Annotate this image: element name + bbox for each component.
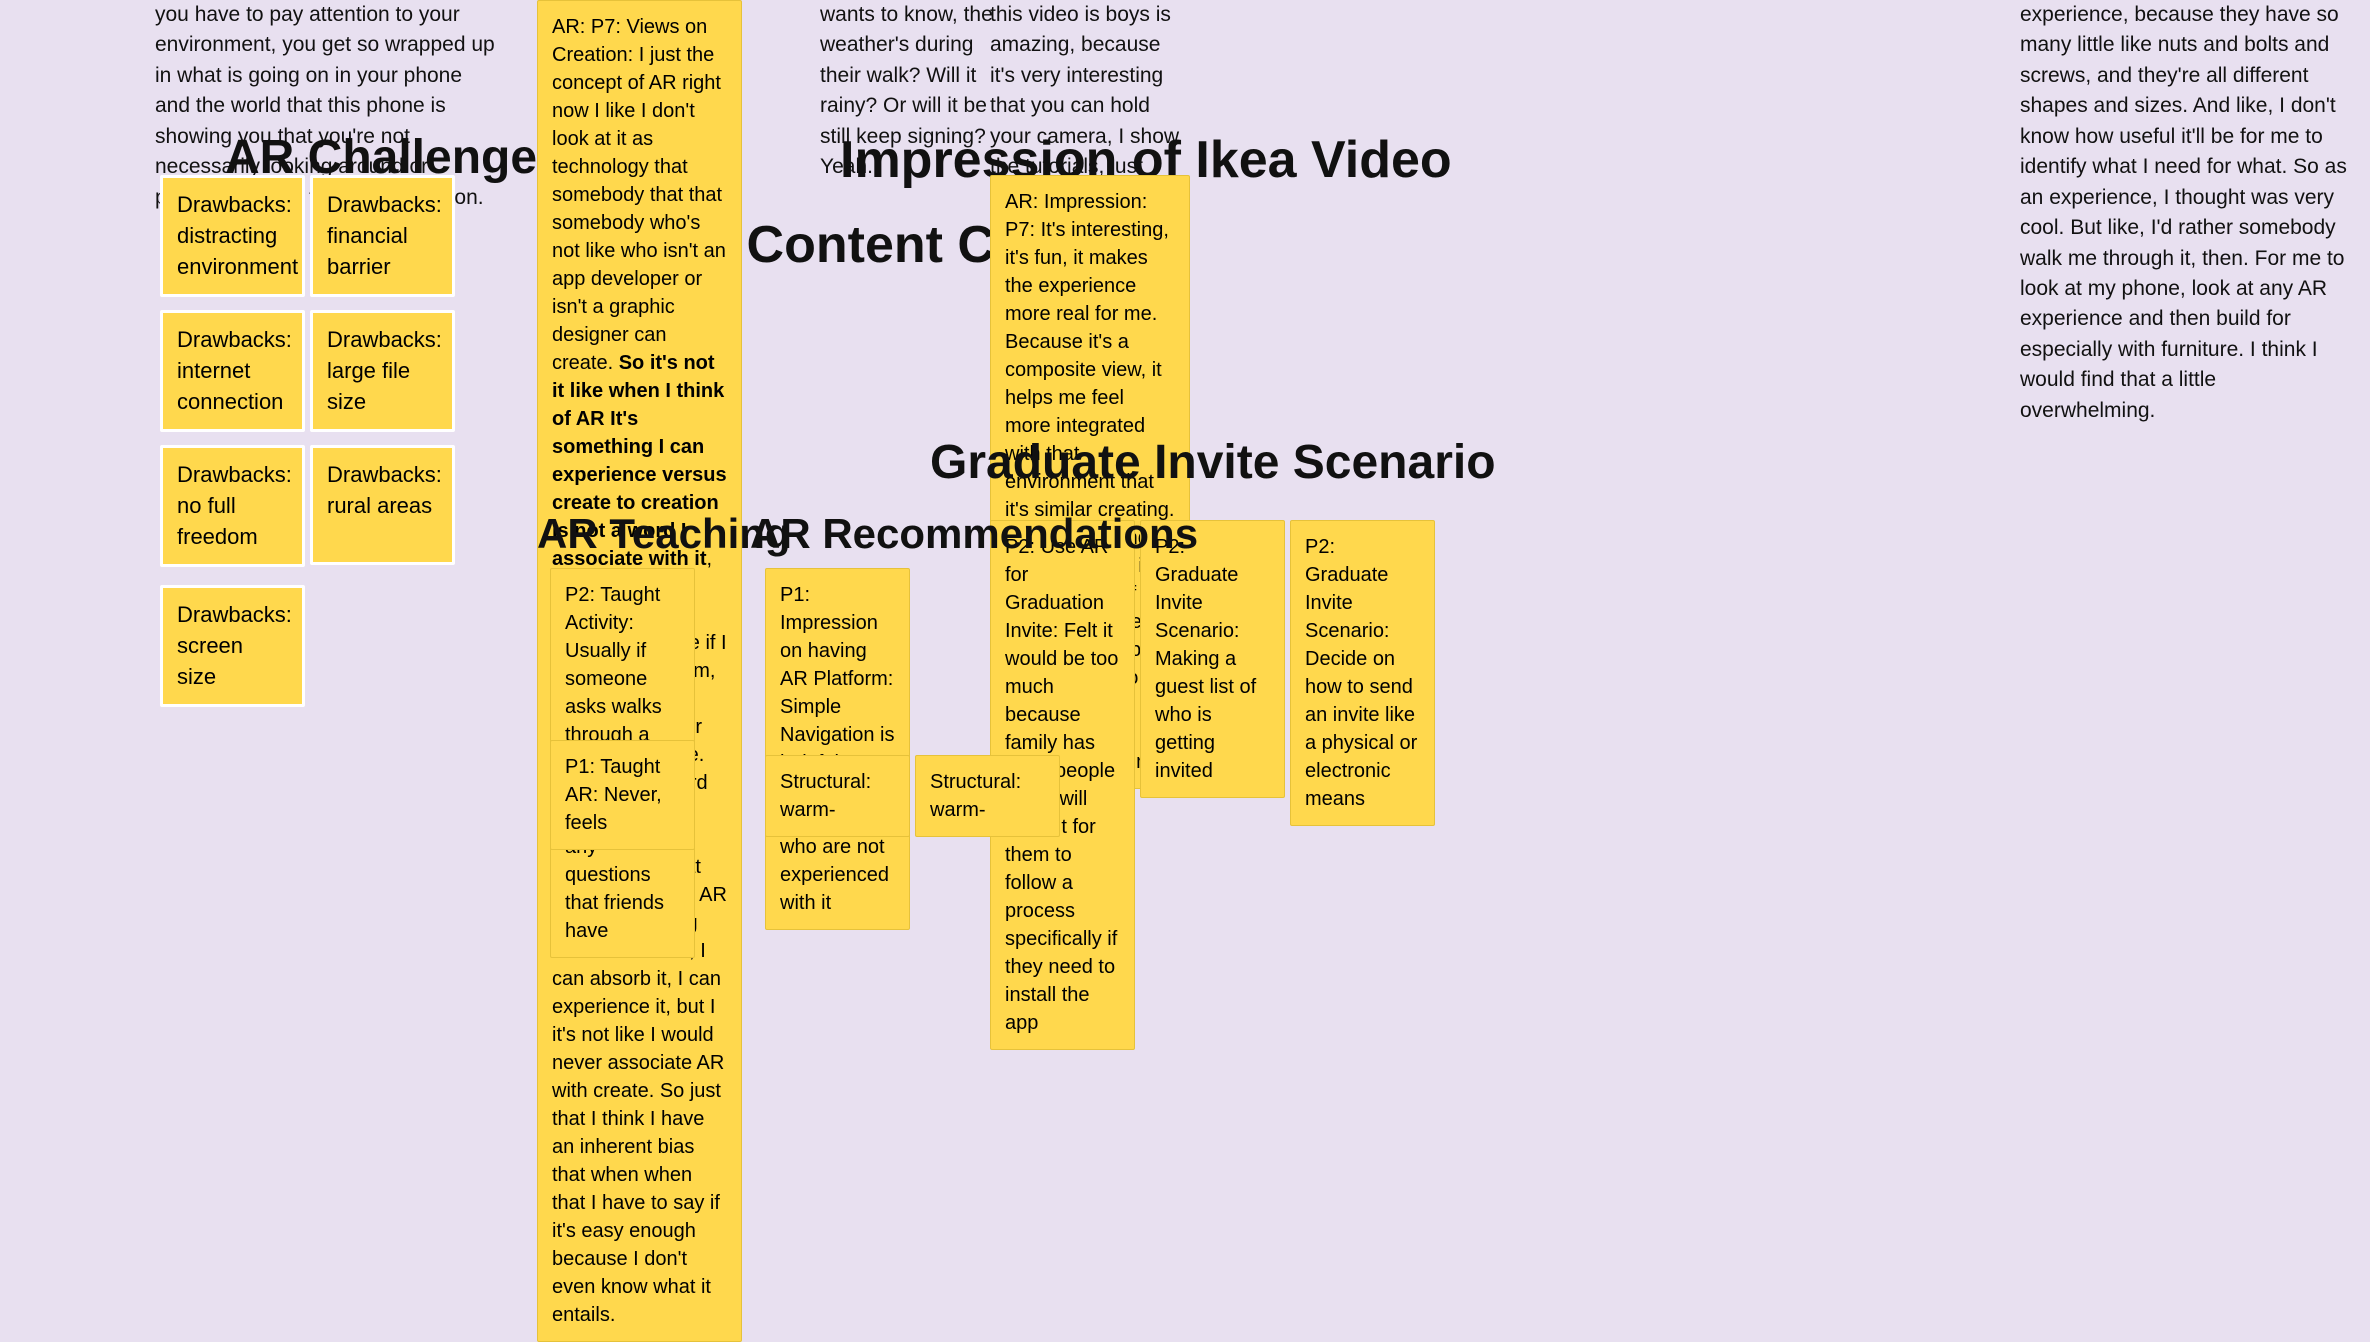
ar-teaching-p1: P1: Taught AR: Never, feels [550,740,695,850]
ar-recommendations-title: AR Recommendations [750,510,1198,558]
drawbacks-screen-size: Drawbacks: screen size [160,585,305,707]
ar-recommendation-p1: P1: Impression on having AR Platform: Si… [765,568,910,930]
graduate-send-invite: P2: Graduate Invite Scenario: Decide on … [1290,520,1435,826]
drawbacks-file-size: Drawbacks: large file size [310,310,455,432]
drawbacks-freedom: Drawbacks: no full freedom [160,445,305,567]
top-right-text-block: experience, because they have so many li… [2020,0,2350,426]
drawbacks-financial: Drawbacks: financial barrier [310,175,455,297]
drawbacks-rural: Drawbacks: rural areas [310,445,455,565]
ar-structural-1: Structural: warm- [765,755,910,837]
graduate-invite-title: Graduate Invite Scenario [930,435,1496,490]
graduate-guest-list: P2: Graduate Invite Scenario: Making a g… [1140,520,1285,798]
drawbacks-internet: Drawbacks: internet connection [160,310,305,432]
main-canvas: you have to pay attention to your enviro… [0,0,2370,1164]
drawbacks-distracting: Drawbacks: distracting environment [160,175,305,297]
ar-structural-2: Structural: warm- [915,755,1060,837]
